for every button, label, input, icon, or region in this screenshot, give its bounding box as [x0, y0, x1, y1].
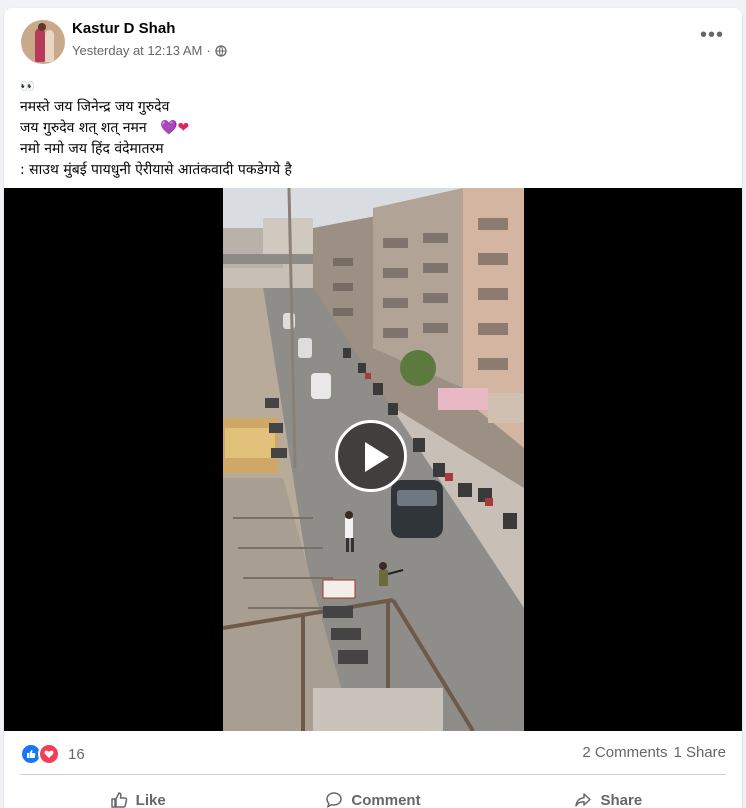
post-text: 👀 नमस्ते जय जिनेन्द्र जय गुरुदेव जय गुरु…	[20, 76, 292, 181]
reaction-count: 16	[68, 746, 85, 763]
share-button[interactable]: Share	[491, 780, 726, 808]
actions-divider	[20, 774, 726, 775]
post-line-1: नमस्ते जय जिनेन्द्र जय गुरुदेव	[20, 97, 292, 118]
dark-car	[391, 480, 443, 538]
purple-heart-icon: 💜	[160, 120, 177, 136]
shares-count-link[interactable]: 1 Share	[673, 744, 726, 761]
post-card: Kastur D Shah Yesterday at 12:13 AM · ••…	[4, 8, 742, 808]
avatar-figure-secondary	[45, 30, 54, 62]
comment-button[interactable]: Comment	[255, 780, 490, 808]
like-button[interactable]: Like	[20, 780, 255, 808]
post-line-3: नमो नमो जय हिंद वंदेमातरम	[20, 139, 292, 160]
avatar-head	[38, 23, 46, 31]
more-options-button[interactable]: •••	[700, 30, 724, 40]
engagement-counts: 2 Comments 1 Share	[582, 744, 726, 761]
author-name[interactable]: Kastur D Shah	[72, 20, 175, 37]
post-meta: Yesterday at 12:13 AM ·	[72, 43, 227, 58]
globe-icon[interactable]	[215, 45, 227, 57]
video-player[interactable]	[4, 188, 742, 731]
comments-count-link[interactable]: 2 Comments	[582, 744, 667, 761]
avatar[interactable]	[21, 20, 65, 64]
post-stats: 16 2 Comments 1 Share	[4, 731, 742, 775]
love-reaction-icon	[38, 743, 60, 765]
post-actions: Like Comment Share	[20, 780, 726, 808]
play-icon[interactable]	[335, 420, 407, 492]
meta-separator: ·	[206, 43, 210, 58]
post-line-2: जय गुरुदेव शत् शत् नमन	[20, 120, 147, 136]
post-line-4: : साउथ मुंबई पायधुनी ऐरीयासे आतंकवादी पक…	[20, 160, 292, 181]
post-timestamp[interactable]: Yesterday at 12:13 AM	[72, 43, 202, 58]
avatar-figure	[35, 28, 45, 62]
eyes-emoji: 👀	[20, 76, 292, 97]
red-heart-icon: ❤	[178, 120, 190, 136]
reactions-summary[interactable]: 16	[20, 743, 85, 765]
post-line-2-row: जय गुरुदेव शत् शत् नमन 💜❤	[20, 118, 292, 139]
